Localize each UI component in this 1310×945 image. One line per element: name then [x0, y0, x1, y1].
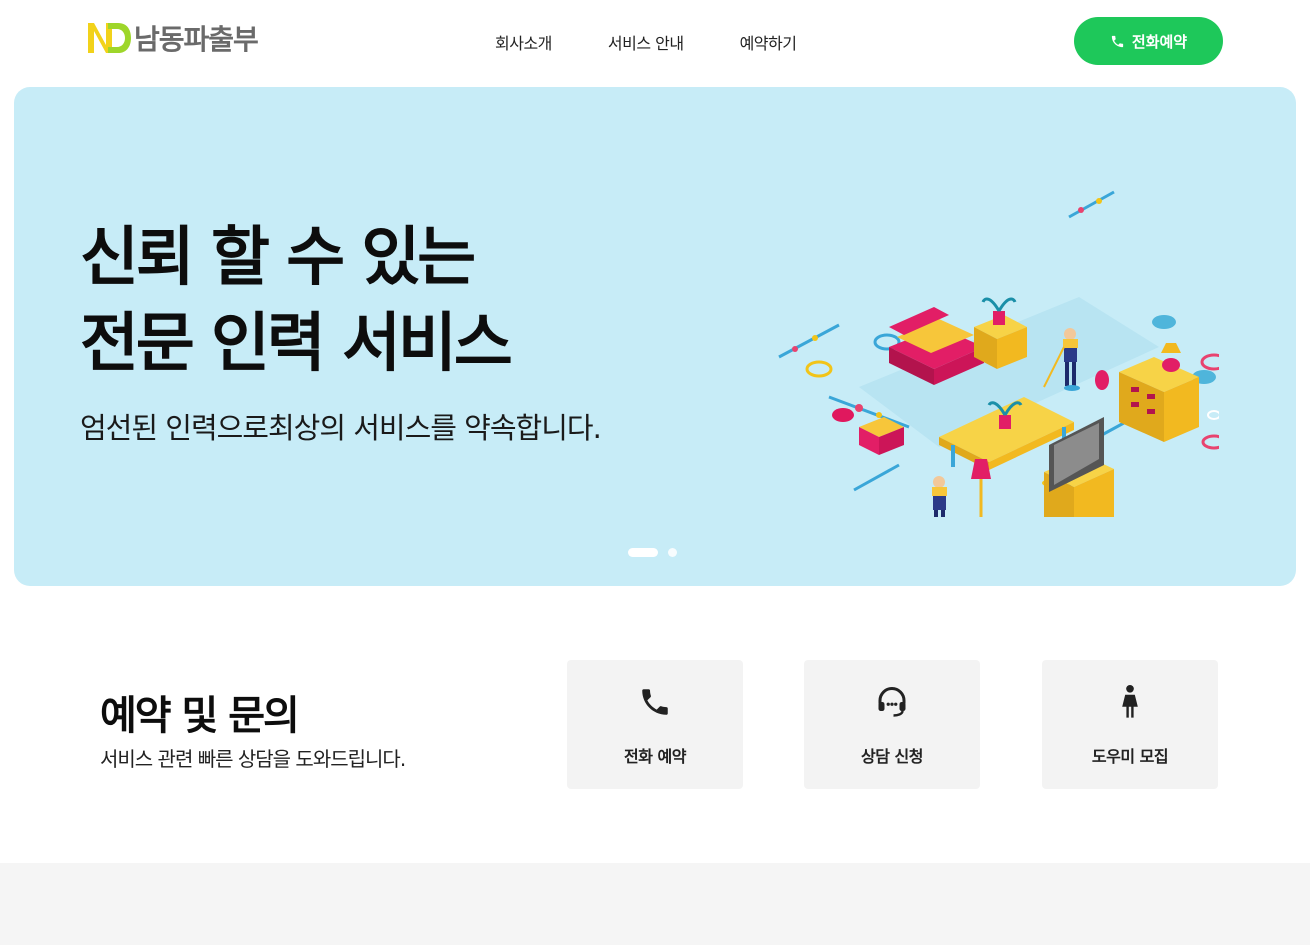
cleaning-service-illustration [778, 190, 1219, 517]
contact-section-subtitle: 서비스 관련 빠른 상담을 도와드립니다. [100, 747, 406, 771]
hero-title-line2: 전문 인력 서비스 [80, 307, 513, 381]
contact-section-title: 예약 및 문의 [100, 693, 300, 739]
nav-item-services[interactable]: 서비스 안내 [608, 30, 684, 54]
logo-mark-icon [88, 23, 131, 53]
card-label: 상담 신청 [861, 747, 923, 766]
slide-indicator [628, 548, 677, 557]
footer-band [0, 863, 1310, 945]
nav-item-about[interactable]: 회사소개 [495, 30, 552, 54]
phone-reservation-button[interactable]: 전화예약 [1074, 17, 1223, 65]
nav-item-reservation[interactable]: 예약하기 [740, 30, 797, 54]
phone-icon [1111, 35, 1124, 47]
hero-title: 신뢰 할 수 있는 전문 인력 서비스 [80, 215, 513, 387]
phone-icon [642, 689, 668, 715]
hero-banner: 신뢰 할 수 있는 전문 인력 서비스 엄선된 인력으로최상의 서비스를 약속합… [14, 87, 1296, 586]
hero-subtitle: 엄선된 인력으로최상의 서비스를 약속합니다. [80, 411, 602, 445]
slide-dot[interactable] [668, 548, 677, 557]
logo[interactable]: 남동파출부 [86, 18, 259, 58]
helper-recruitment-card[interactable]: 도우미 모집 [1042, 660, 1218, 789]
hero-title-line1: 신뢰 할 수 있는 [80, 221, 476, 295]
phone-reservation-card[interactable]: 전화 예약 [567, 660, 743, 789]
card-label: 전화 예약 [624, 747, 686, 766]
headset-icon [878, 686, 906, 717]
site-header: 남동파출부 회사소개 서비스 안내 예약하기 전화예약 [0, 0, 1310, 84]
main-nav: 회사소개 서비스 안내 예약하기 [495, 30, 852, 54]
logo-text: 남동파출부 [134, 23, 259, 56]
person-icon [1122, 684, 1138, 718]
consultation-request-card[interactable]: 상담 신청 [804, 660, 980, 789]
call-button-label: 전화예약 [1131, 32, 1188, 51]
slide-dot-active[interactable] [628, 548, 658, 557]
card-label: 도우미 모집 [1091, 747, 1169, 766]
